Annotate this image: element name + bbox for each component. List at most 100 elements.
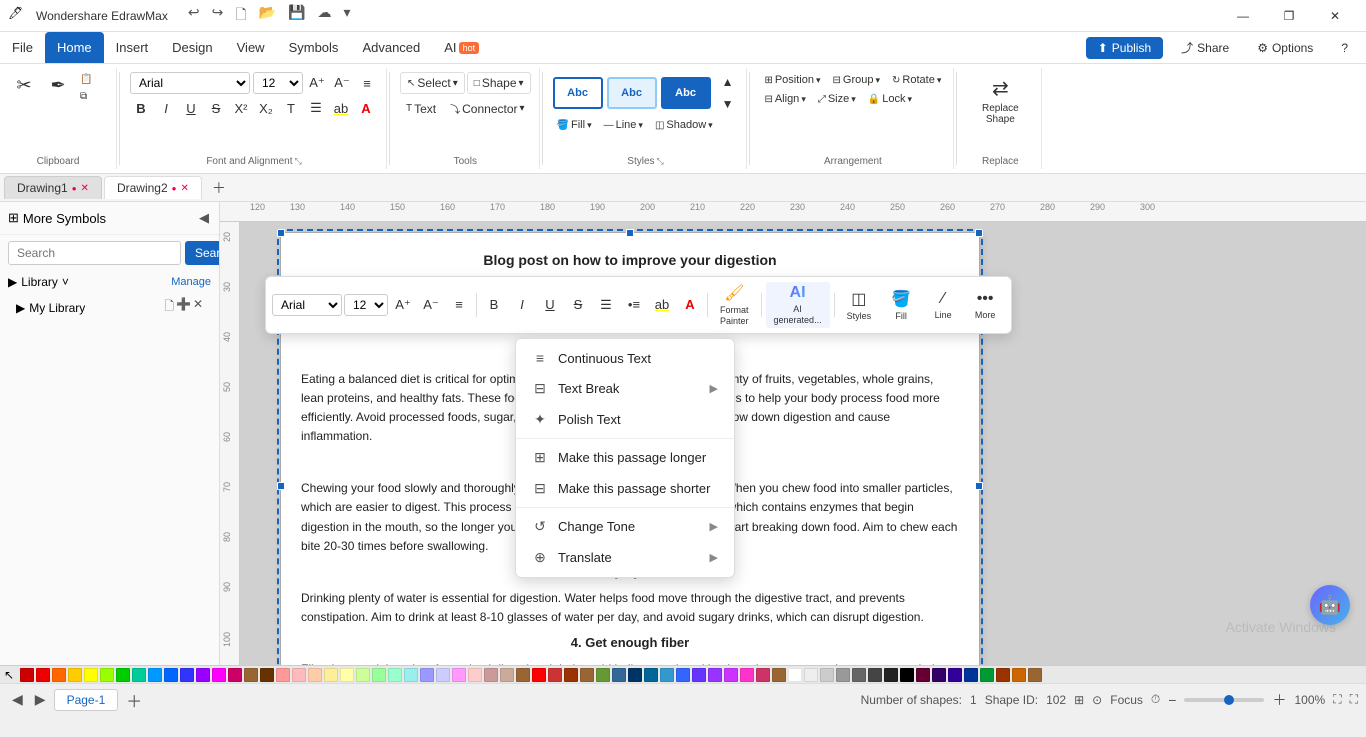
color-swatch[interactable] [68, 668, 82, 682]
shadow-btn[interactable]: ◫ Shadow ▾ [651, 117, 717, 133]
color-swatch[interactable] [52, 668, 66, 682]
subscript-btn[interactable]: X₂ [255, 97, 277, 119]
ft-underline-btn[interactable]: U [537, 292, 563, 318]
color-swatch[interactable] [436, 668, 450, 682]
color-swatch[interactable] [612, 668, 626, 682]
color-swatch[interactable] [388, 668, 402, 682]
search-button[interactable]: Search [185, 241, 220, 265]
menu-file[interactable]: File [0, 32, 45, 63]
cut-btn[interactable]: ✂ [8, 72, 40, 98]
font-color-btn[interactable]: A [355, 97, 377, 119]
ft-font-select[interactable]: Arial [272, 294, 342, 316]
color-swatch[interactable] [644, 668, 658, 682]
color-swatch[interactable] [660, 668, 674, 682]
font-size-select[interactable]: 12 [253, 72, 303, 94]
ft-italic-btn[interactable]: I [509, 292, 535, 318]
layers-btn[interactable]: ⊞ [1074, 693, 1084, 707]
ft-styles-btn[interactable]: ◫ Styles [839, 287, 880, 323]
color-swatch[interactable] [580, 668, 594, 682]
paste-btn[interactable]: 📋 [76, 72, 108, 87]
menu-ai[interactable]: AI hot [432, 32, 491, 63]
color-swatch[interactable] [516, 668, 530, 682]
color-swatch[interactable] [804, 668, 818, 682]
select-btn[interactable]: ↖ Select ▾ [400, 72, 465, 94]
handle-tm[interactable] [626, 229, 634, 237]
color-swatch[interactable] [852, 668, 866, 682]
color-swatch[interactable] [676, 668, 690, 682]
color-swatch[interactable] [324, 668, 338, 682]
color-swatch[interactable] [900, 668, 914, 682]
color-swatch[interactable] [468, 668, 482, 682]
menu-design[interactable]: Design [160, 32, 224, 63]
fit-page-btn[interactable]: ⛶ [1333, 692, 1341, 707]
ft-more-btn[interactable]: ••• More [965, 288, 1005, 322]
style-box-1[interactable]: Abc [553, 77, 603, 109]
color-swatch[interactable] [836, 668, 850, 682]
ft-align-btn[interactable]: ≡ [446, 292, 472, 318]
text-align-btn[interactable]: ≡ [356, 72, 378, 94]
font-family-select[interactable]: Arial [130, 72, 250, 94]
styles-expand-btn[interactable]: ⤡ [657, 156, 664, 167]
more-quick-btn[interactable]: ▾ [339, 2, 354, 30]
replace-shape-btn[interactable]: ⇄ Replace Shape [967, 72, 1033, 129]
color-swatch[interactable] [740, 668, 754, 682]
tab-drawing1-close[interactable]: ✕ [81, 183, 89, 194]
color-swatch[interactable] [596, 668, 610, 682]
zoom-slider[interactable] [1184, 698, 1264, 702]
sidebar-library-section[interactable]: ▶ Library ˅ Manage [0, 271, 219, 293]
color-swatch[interactable] [260, 668, 274, 682]
size-btn[interactable]: ⤢ Size ▾ [814, 91, 860, 107]
font-size-decrease-btn[interactable]: A⁻ [331, 72, 353, 94]
style-scroll-up[interactable]: ▲ [717, 72, 739, 92]
ctx-text-break[interactable]: ⊟ Text Break ▶ [516, 373, 734, 404]
align-btn[interactable]: ⊟ Align ▾ [760, 91, 809, 107]
list-btn[interactable]: ☰ [305, 97, 327, 119]
ft-strike-btn[interactable]: S [565, 292, 591, 318]
color-swatch[interactable] [884, 668, 898, 682]
my-library-add-btn[interactable]: ➕ [176, 297, 191, 318]
color-swatch[interactable] [356, 668, 370, 682]
restore-btn[interactable]: ❐ [1266, 0, 1312, 32]
sidebar-my-library[interactable]: ▶ My Library 🗋 ➕ ✕ [0, 293, 219, 322]
color-swatch[interactable] [132, 668, 146, 682]
color-swatch[interactable] [292, 668, 306, 682]
publish-btn[interactable]: ⬆ Publish [1086, 37, 1163, 59]
ctx-make-shorter[interactable]: ⊟ Make this passage shorter [516, 473, 734, 504]
ctx-continuous-text[interactable]: ≡ Continuous Text [516, 343, 734, 373]
color-swatch[interactable] [116, 668, 130, 682]
fullscreen-btn[interactable]: ⛶ [1350, 692, 1358, 707]
my-library-new-btn[interactable]: 🗋 [164, 297, 174, 318]
color-swatch[interactable] [948, 668, 962, 682]
color-swatch[interactable] [868, 668, 882, 682]
handle-tr[interactable] [975, 229, 983, 237]
color-swatch[interactable] [196, 668, 210, 682]
ai-chat-btn[interactable]: 🤖 [1310, 585, 1350, 625]
ft-bold-btn[interactable]: B [481, 292, 507, 318]
ft-ai-btn[interactable]: AI AIgenerated... [766, 282, 830, 328]
ctx-make-longer[interactable]: ⊞ Make this passage longer [516, 442, 734, 473]
ft-highlight-btn[interactable]: ab [649, 292, 675, 318]
close-btn[interactable]: ✕ [1312, 0, 1358, 32]
tab-drawing2-close[interactable]: ✕ [180, 183, 188, 194]
color-swatch[interactable] [276, 668, 290, 682]
color-swatch[interactable] [148, 668, 162, 682]
group-btn[interactable]: ⊟ Group ▾ [829, 72, 885, 88]
add-page-btn[interactable]: ＋ [122, 688, 146, 712]
more-symbols-btn[interactable]: ⊞ More Symbols [8, 210, 106, 226]
format-painter-ribbon-btn[interactable]: ✒ [42, 72, 74, 98]
color-swatch[interactable] [84, 668, 98, 682]
color-swatch[interactable] [484, 668, 498, 682]
color-swatch[interactable] [708, 668, 722, 682]
color-swatch[interactable] [756, 668, 770, 682]
color-swatch[interactable] [100, 668, 114, 682]
add-tab-btn[interactable]: ＋ [204, 174, 234, 202]
options-btn[interactable]: ⚙ Options [1247, 37, 1323, 59]
color-swatch[interactable] [36, 668, 50, 682]
color-swatch[interactable] [1028, 668, 1042, 682]
clone-btn[interactable]: ⧉ [76, 89, 108, 104]
clear-format-btn[interactable]: T [280, 97, 302, 119]
cloud-save-btn[interactable]: ☁ [313, 2, 335, 30]
color-swatch[interactable] [420, 668, 434, 682]
color-swatch[interactable] [1012, 668, 1026, 682]
handle-tl[interactable] [277, 229, 285, 237]
